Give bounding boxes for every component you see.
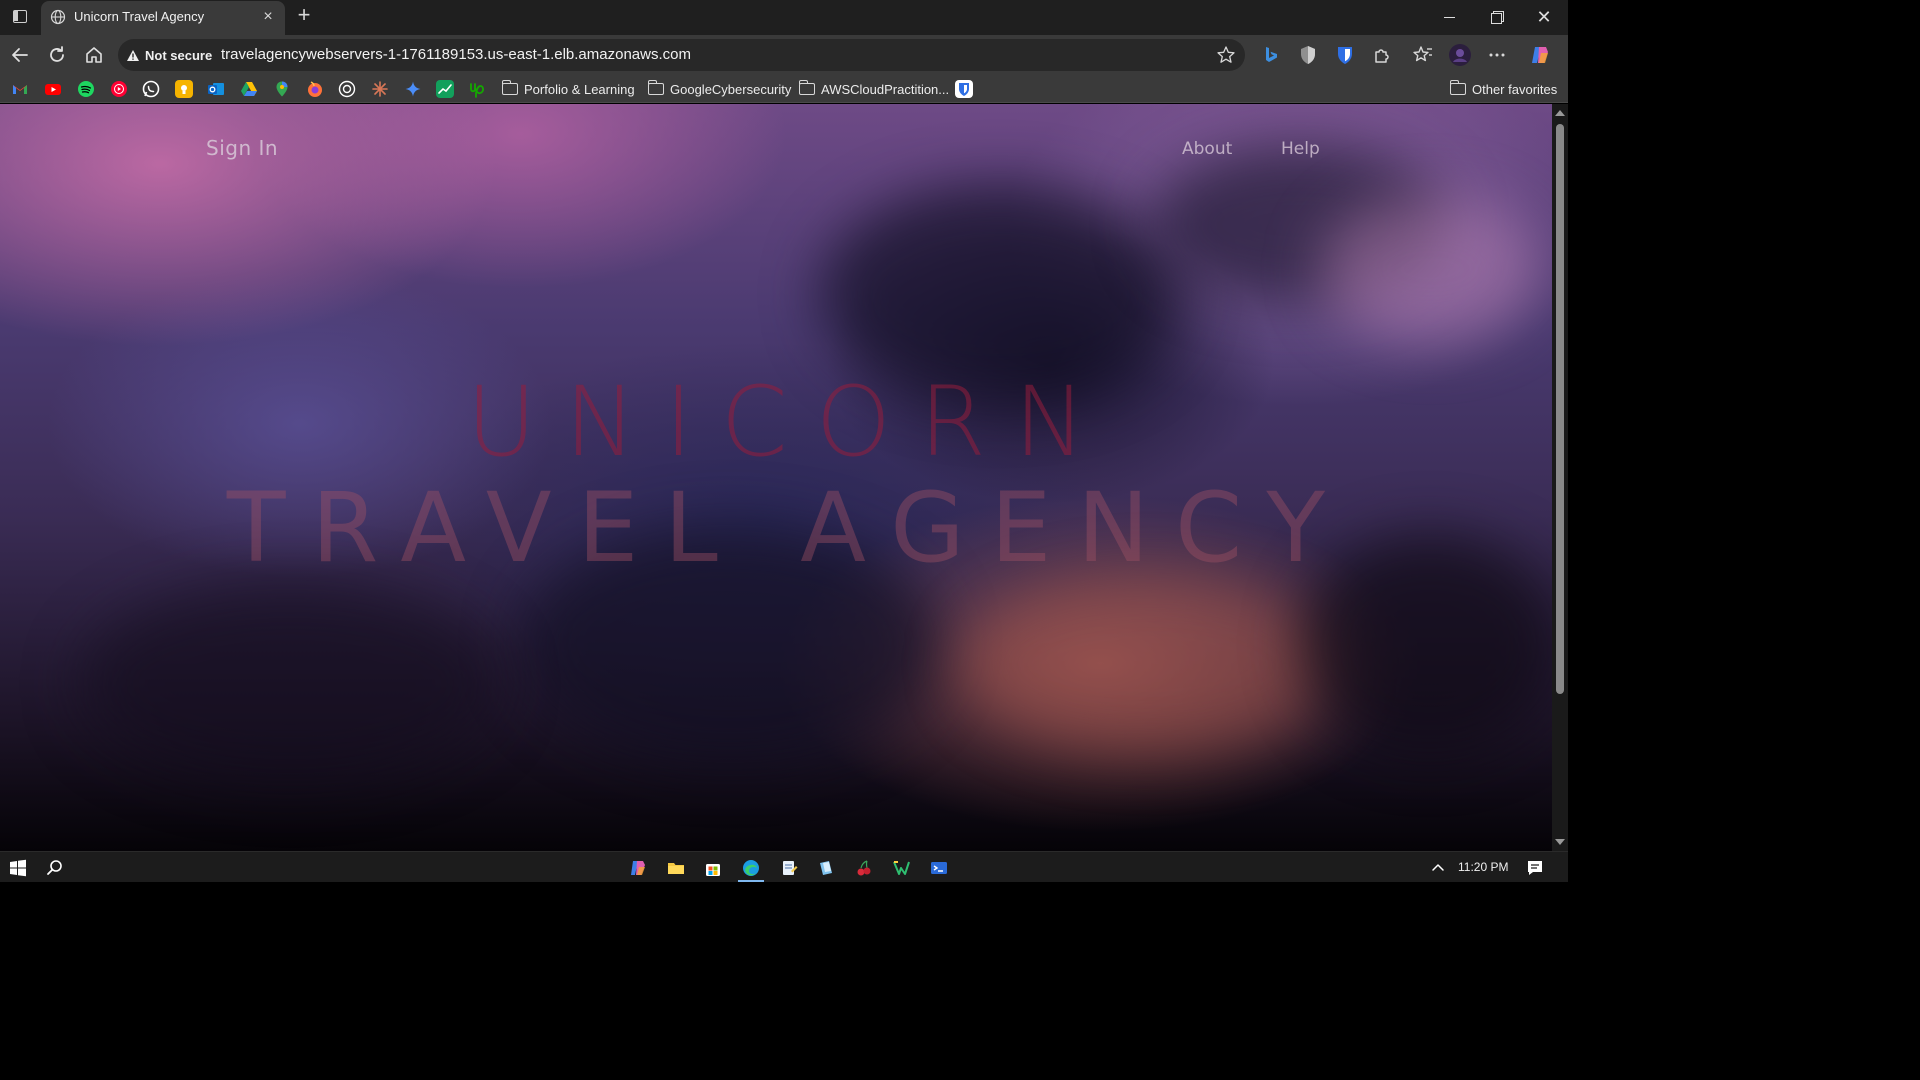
aws-cli-icon[interactable] [816,858,836,878]
claude-icon[interactable] [371,80,389,98]
folder-icon [648,80,664,95]
hero-title-line2: TRAVEL AGENCY [226,472,1352,584]
gemini-icon[interactable] [404,80,422,98]
home-icon[interactable] [80,41,108,69]
microsoft-store-icon[interactable] [703,858,723,878]
spotify-icon[interactable] [77,80,95,98]
taskbar-clock[interactable]: 11:20 PM [1458,860,1508,874]
cloud-shape [1320,194,1540,344]
sign-in-link[interactable]: Sign In [206,136,278,160]
security-indicator[interactable]: Not secure [126,45,212,65]
outlook-icon[interactable] [207,80,225,98]
search-icon[interactable] [45,858,65,878]
google-maps-icon[interactable] [273,80,291,98]
favorites-bar: Porfolio & Learning GoogleCybersecurity … [0,75,1568,103]
bing-icon[interactable] [1259,43,1283,67]
cherry-app-icon[interactable] [854,858,874,878]
file-explorer-icon[interactable] [666,858,686,878]
star-icon[interactable] [1215,44,1237,66]
active-app-indicator [738,880,764,882]
cloud-shape [960,574,1340,754]
reload-icon[interactable] [43,41,71,69]
new-tab-button[interactable]: + [292,4,316,28]
browser-toolbar: Not secure travelagencywebservers-1-1761… [0,35,1568,75]
folder-label: Porfolio & Learning [524,81,635,97]
profile-avatar-icon[interactable] [1448,43,1472,67]
security-label: Not secure [145,47,213,63]
folder-label: GoogleCybersecurity [670,81,792,97]
scroll-thumb[interactable] [1556,124,1564,694]
other-favorites-label: Other favorites [1472,81,1558,97]
help-link[interactable]: Help [1281,139,1320,159]
restore-button[interactable] [1485,6,1509,28]
other-favorites-folder[interactable]: Other favorites [1450,79,1557,99]
tab-actions-icon [13,10,27,23]
chatgpt-icon[interactable] [338,80,356,98]
bitwarden-icon[interactable] [1333,43,1357,67]
favorites-folder-portfolio[interactable]: Porfolio & Learning [502,79,635,99]
chevron-up-icon[interactable] [1428,858,1448,878]
folder-icon [502,80,518,95]
copilot-icon[interactable] [1528,43,1552,67]
folder-icon [1450,80,1466,95]
whatsapp-icon[interactable] [142,80,160,98]
google-keep-icon[interactable] [175,80,193,98]
favorites-folder-awscloudpractitioner[interactable]: AWSCloudPractition... [799,79,949,99]
tab-actions-button[interactable] [6,4,34,30]
page-viewport: Sign In About Help UNICORN TRAVEL AGENCY [0,104,1552,851]
youtube-music-icon[interactable] [110,80,128,98]
tab-title: Unicorn Travel Agency [74,9,205,24]
hero-title-line1: UNICORN [466,366,1114,478]
upwork-icon[interactable] [469,80,487,98]
bitwarden-favorite-icon[interactable] [955,80,973,98]
scroll-down-arrow-icon[interactable] [1555,839,1565,845]
terminal-icon[interactable] [929,858,949,878]
back-arrow-icon[interactable] [6,41,34,69]
window-close-button[interactable]: ✕ [1532,6,1556,28]
windows-start-icon[interactable] [8,858,28,878]
notifications-icon[interactable] [1525,858,1545,878]
minimize-button[interactable] [1438,6,1462,28]
folder-label: AWSCloudPractition... [821,81,950,97]
about-link[interactable]: About [1182,139,1232,159]
copilot-app-icon[interactable] [628,858,648,878]
favorites-folder-googlecybersecurity[interactable]: GoogleCybersecurity [648,79,791,99]
windows-taskbar: 11:20 PM [0,851,1568,882]
cloud-shape [80,584,500,784]
favorites-collection-icon[interactable] [1411,43,1435,67]
firefox-relay-icon[interactable] [306,80,324,98]
youtube-icon[interactable] [44,80,62,98]
google-drive-icon[interactable] [240,80,258,98]
more-menu-icon[interactable] [1485,43,1509,67]
folder-icon [799,80,815,95]
edge-browser-icon[interactable] [741,858,761,878]
vscode-like-icon[interactable] [891,858,911,878]
tab-close-icon[interactable]: × [259,8,277,26]
globe-icon [50,9,66,25]
tab-active[interactable]: Unicorn Travel Agency × [41,1,285,35]
page-scrollbar[interactable] [1552,104,1568,851]
address-bar[interactable]: Not secure travelagencywebservers-1-1761… [118,39,1245,71]
shield-extension-icon[interactable] [1296,43,1320,67]
notepad-icon[interactable] [779,858,799,878]
warning-icon [127,49,139,61]
extensions-puzzle-icon[interactable] [1370,43,1394,67]
tab-strip: Unicorn Travel Agency × + ✕ [0,0,1568,35]
url-text[interactable]: travelagencywebservers-1-1761189153.us-e… [221,46,691,63]
scroll-up-arrow-icon[interactable] [1555,110,1565,116]
gmail-icon[interactable] [11,80,29,98]
stocks-chart-icon[interactable] [436,80,454,98]
